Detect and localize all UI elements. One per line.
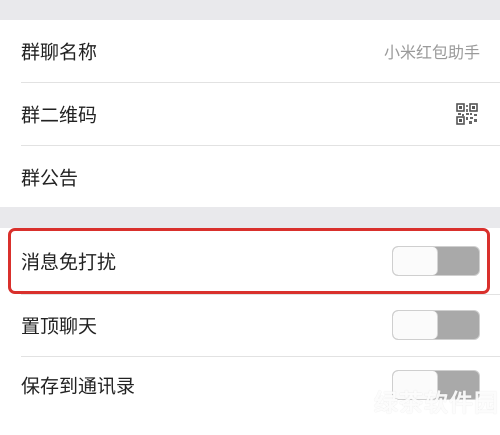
qr-code-icon (456, 103, 478, 125)
sticky-chat-row: 置顶聊天 (0, 294, 500, 356)
group-notice-label: 群公告 (21, 167, 79, 190)
highlight-box (8, 228, 490, 294)
watermark: 绿茶软件园 www.33LC.com (324, 381, 498, 433)
sticky-chat-toggle[interactable] (392, 310, 480, 340)
save-to-contacts-label: 保存到通讯录 (21, 375, 136, 398)
group-notice-row[interactable]: 群公告 (0, 146, 500, 208)
group-info-section: 群聊名称 小米红包助手 群二维码 群公告 (0, 20, 500, 207)
group-name-row[interactable]: 群聊名称 小米红包助手 (0, 20, 500, 82)
group-name-value: 小米红包助手 (383, 43, 480, 62)
watermark-text: 绿茶软件园 (374, 389, 499, 417)
tea-leaf-icon (324, 383, 370, 429)
sticky-chat-label: 置顶聊天 (21, 315, 98, 338)
group-name-label: 群聊名称 (21, 41, 98, 64)
group-qr-label: 群二维码 (21, 104, 98, 127)
group-qr-row[interactable]: 群二维码 (0, 83, 500, 145)
toggle-knob (393, 311, 438, 339)
watermark-url: www.33LC.com (378, 414, 458, 427)
